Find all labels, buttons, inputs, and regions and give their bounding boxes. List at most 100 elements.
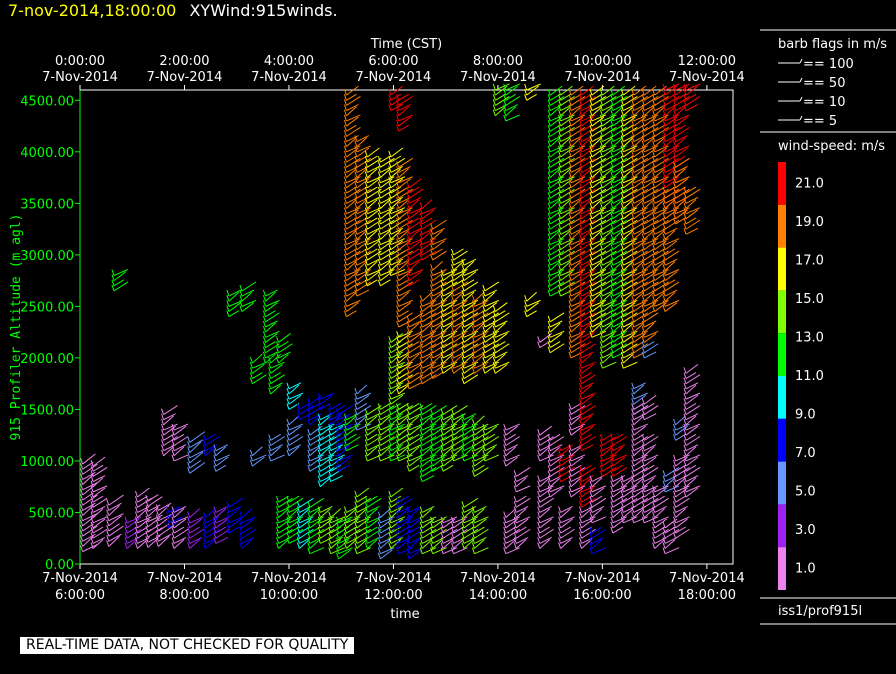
wind-barb [215,464,227,472]
wind-barb-chart: Time (CST)0:00:007-Nov-20142:00:007-Nov-… [9,29,896,625]
wind-barb [633,392,648,400]
wind-barb [516,485,531,493]
wind-barb [189,441,202,454]
wind-barb [380,279,391,287]
wind-barb [278,343,293,354]
wind-barb [421,199,433,209]
wind-barb [474,547,489,555]
top-tick-time: 4:00:00 [264,54,314,69]
wind-barb [356,384,368,395]
wind-barb [398,124,409,132]
y-tick-label: 500.00 [29,506,75,521]
y-tick-label: 3500.00 [20,197,74,212]
top-tick-date: 7-Nov-2014 [147,70,223,85]
wind-barb [581,374,596,385]
y-tick-label: 4500.00 [20,94,74,109]
speed-scale-title: wind-speed: m/s [778,139,885,154]
top-tick-date: 7-Nov-2014 [460,70,536,85]
barb-legend-flag [799,115,803,121]
y-tick-label: 4000.00 [20,146,74,161]
wind-barb [675,497,690,508]
wind-barb [380,547,395,555]
wind-barb [270,436,285,446]
wind-barb [252,446,263,457]
barb-legend-flag [799,77,803,83]
bottom-tick-date: 7-Nov-2014 [251,571,327,586]
wind-barb [643,351,657,359]
wind-barb [215,536,229,544]
wind-barb [515,466,531,477]
wind-barb [463,497,479,508]
qc-warning-banner: REAL-TIME DATA, NOT CHECKED FOR QUALITY [20,637,355,654]
wind-barb [189,462,206,474]
wind-barb [189,508,201,519]
wind-barb [265,299,280,307]
wind-barb [560,516,575,524]
wind-barb [288,415,300,426]
wind-barb [685,392,701,400]
wind-barb [643,394,657,405]
wind-barb [474,466,489,477]
wind-barb [474,415,485,426]
wind-barb [92,485,108,493]
top-tick-time: 12:00:00 [678,54,736,69]
wind-barb [278,333,291,343]
wind-barb [346,114,361,122]
wind-barb [398,176,413,184]
wind-barb [252,353,263,364]
wind-barb [356,547,372,555]
wind-barb [270,361,285,369]
barb-legend-flag [799,58,803,64]
speed-scale-label: 17.0 [795,253,824,268]
wind-barb [346,299,361,307]
wind-barb [189,528,204,539]
top-tick-time: 10:00:00 [573,54,631,69]
speed-scale-swatch [778,247,786,291]
wind-barb [549,312,565,323]
wind-barb [265,330,280,338]
wind-barb [581,392,596,400]
bottom-tick-time: 10:00:00 [260,588,318,603]
wind-barb [526,299,541,307]
y-tick-label: 1000.00 [20,455,74,470]
wind-barb [205,436,220,446]
wind-barb [549,343,565,354]
bottom-tick-time: 14:00:00 [469,588,527,603]
wind-barb [241,281,257,292]
speed-scale-swatch [778,418,786,462]
wind-barb [408,178,422,189]
barb-legend-label: == 10 [803,95,845,110]
wind-barb [539,516,554,524]
wind-barb [320,392,335,400]
speed-scale-swatch [778,290,786,334]
wind-barb [623,361,638,369]
speed-scale-swatch [778,547,786,590]
y-tick-label: 1500.00 [20,403,74,418]
wind-barb [288,423,304,431]
wind-barb [685,227,699,235]
barb-legend-label: == 100 [803,57,854,72]
wind-barb [330,475,343,483]
wind-barb [398,281,413,292]
speed-scale-swatch [778,461,786,505]
speed-scale-label: 9.0 [795,408,816,423]
wind-barb [633,423,648,431]
top-tick-date: 7-Nov-2014 [669,70,745,85]
wind-barb [685,405,701,416]
bottom-tick-date: 7-Nov-2014 [565,571,641,586]
bottom-tick-date: 7-Nov-2014 [147,571,223,586]
wind-barb [390,392,406,400]
speed-scale-label: 11.0 [795,369,824,384]
wind-barb [591,547,607,555]
wind-barb [228,497,244,508]
wind-barb [113,281,129,292]
wind-barb [252,454,267,462]
wind-barb [252,361,267,369]
top-tick-time: 2:00:00 [159,54,209,69]
wind-barb [526,93,537,101]
wind-barb [581,436,596,446]
wind-barb [505,423,520,431]
wind-barb [421,207,437,215]
speed-scale-label: 21.0 [795,176,824,191]
top-tick-time: 0:00:00 [55,54,105,69]
